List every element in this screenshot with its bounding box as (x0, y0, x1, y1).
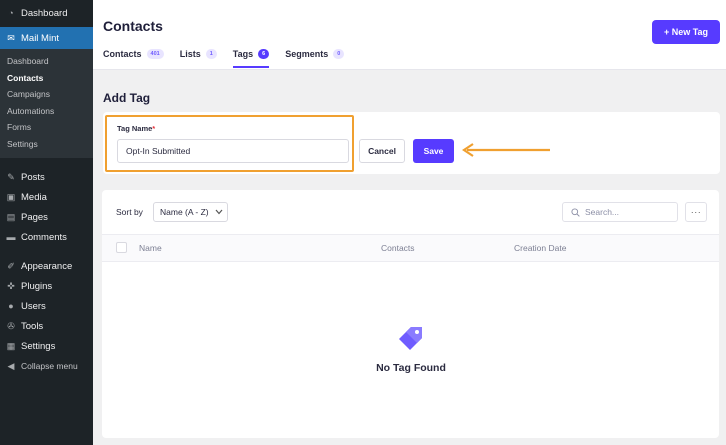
chevron-down-icon (215, 209, 223, 215)
submenu-forms[interactable]: Forms (0, 119, 93, 136)
sidebar-item-media[interactable]: ▣ Media (0, 187, 93, 207)
tab-tags[interactable]: Tags 6 (232, 45, 270, 68)
page-title: Contacts (103, 18, 163, 34)
sort-select[interactable]: Name (A - Z) (153, 202, 228, 222)
new-tag-button[interactable]: + New Tag (652, 20, 720, 44)
more-options-button[interactable]: ··· (685, 202, 707, 222)
sidebar-item-users[interactable]: ● Users (0, 296, 93, 316)
required-mark: * (152, 124, 156, 133)
sidebar-item-tools[interactable]: ✇ Tools (0, 316, 93, 336)
sidebar-item-comments[interactable]: ▬ Comments (0, 227, 93, 247)
mail-mint-submenu: Dashboard Contacts Campaigns Automations… (0, 49, 93, 158)
sidebar-group-admin: ✐ Appearance ✜ Plugins ● Users ✇ Tools ▦… (0, 256, 93, 376)
sidebar-item-posts[interactable]: ✎ Posts (0, 167, 93, 187)
tab-contacts[interactable]: Contacts 401 (103, 45, 164, 63)
collapse-menu-button[interactable]: ◀ Collapse menu (0, 356, 93, 376)
sidebar-item-appearance[interactable]: ✐ Appearance (0, 256, 93, 276)
pages-icon: ▤ (6, 211, 16, 222)
cancel-button[interactable]: Cancel (359, 139, 405, 163)
media-icon: ▣ (6, 191, 16, 202)
wrench-icon: ✇ (7, 320, 15, 331)
save-button[interactable]: Save (413, 139, 454, 163)
tags-list-card (102, 190, 719, 438)
sidebar-item-plugins[interactable]: ✜ Plugins (0, 276, 93, 296)
plugin-icon: ✜ (7, 280, 15, 291)
count-badge: 401 (146, 49, 164, 59)
annotation-arrow-icon (462, 143, 550, 157)
sort-label: Sort by (116, 207, 143, 217)
user-icon: ● (8, 301, 14, 311)
count-badge: 6 (258, 49, 270, 59)
brush-icon: ✐ (7, 260, 15, 271)
contact-tabs: Contacts 401 Lists 1 Tags 6 Segments 0 (103, 45, 345, 68)
empty-state-text: No Tag Found (376, 362, 446, 374)
column-header-name[interactable]: Name (139, 243, 162, 253)
tab-lists[interactable]: Lists 1 (180, 45, 217, 63)
sidebar-item-dashboard[interactable]: ◔ Dashboard (0, 3, 93, 23)
admin-sidebar: ◔ Dashboard ✉ Mail Mint Dashboard Contac… (0, 0, 93, 445)
column-header-contacts: Contacts (381, 243, 415, 253)
search-icon (571, 207, 580, 217)
add-tag-title: Add Tag (103, 91, 151, 105)
count-badge: 1 (205, 49, 217, 59)
column-header-creation-date: Creation Date (514, 243, 567, 253)
sidebar-group-content: ✎ Posts ▣ Media ▤ Pages ▬ Comments (0, 167, 93, 247)
submenu-campaigns[interactable]: Campaigns (0, 86, 93, 103)
settings-icon: ▦ (6, 340, 16, 351)
comment-icon: ▬ (6, 232, 16, 242)
submenu-automations[interactable]: Automations (0, 103, 93, 120)
sidebar-item-pages[interactable]: ▤ Pages (0, 207, 93, 227)
search-input[interactable]: Search... (562, 202, 678, 222)
sidebar-item-settings[interactable]: ▦ Settings (0, 336, 93, 356)
dashboard-icon: ◔ (8, 8, 14, 18)
tab-segments[interactable]: Segments 0 (285, 45, 345, 63)
submenu-dashboard[interactable]: Dashboard (0, 53, 93, 70)
submenu-contacts[interactable]: Contacts (0, 70, 93, 87)
pin-icon: ✎ (7, 171, 15, 182)
select-all-checkbox[interactable] (116, 242, 127, 253)
tag-icon (399, 327, 422, 350)
sidebar-item-mail-mint[interactable]: ✉ Mail Mint (0, 27, 93, 49)
tag-name-label: Tag Name* (117, 124, 156, 133)
collapse-icon: ◀ (7, 360, 15, 371)
mail-icon: ✉ (7, 32, 15, 43)
page-header: Contacts + New Tag Contacts 401 Lists 1 … (93, 0, 726, 70)
tag-name-input[interactable] (117, 139, 349, 163)
submenu-settings[interactable]: Settings (0, 136, 93, 153)
count-badge: 0 (333, 49, 345, 59)
